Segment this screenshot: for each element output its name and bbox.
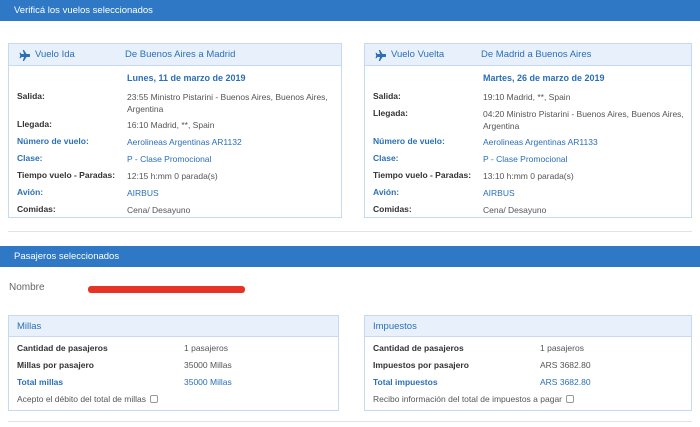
comidas-value: Cena/ Desayuno xyxy=(127,205,191,215)
passengers-section-header: Pasajeros seleccionados xyxy=(0,246,700,267)
llegada-value: 04:20 Ministro Pistarini - Buenos Aires,… xyxy=(483,109,684,131)
flight-route: De Madrid a Buenos Aires xyxy=(481,49,592,60)
por-pasajero-label: Millas por pasajero xyxy=(17,360,94,370)
avion-label: Avión: xyxy=(373,187,400,197)
cantidad-value: 1 pasajeros xyxy=(540,343,584,353)
total-value: 35000 Millas xyxy=(184,377,232,387)
airplane-icon xyxy=(19,50,30,61)
impuestos-panel: Impuestos Cantidad de pasajeros 1 pasaje… xyxy=(364,315,692,411)
clase-label: Clase: xyxy=(373,153,399,163)
accept-millas-row: Acepto el débito del total de millas xyxy=(17,394,158,404)
por-pasajero-value: 35000 Millas xyxy=(184,360,232,370)
flight-date: Lunes, 11 de marzo de 2019 xyxy=(127,73,246,83)
total-label: Total millas xyxy=(17,377,64,387)
passengers-section-title: Pasajeros seleccionados xyxy=(14,251,120,262)
flight-card-header: Vuelo Ida De Buenos Aires a Madrid xyxy=(9,44,341,66)
cantidad-label: Cantidad de pasajeros xyxy=(373,343,464,353)
accept-millas-checkbox[interactable] xyxy=(150,395,158,403)
millas-panel: Millas Cantidad de pasajeros 1 pasajeros… xyxy=(8,315,339,411)
cantidad-value: 1 pasajeros xyxy=(184,343,228,353)
flight-card-header: Vuelo Vuelta De Madrid a Buenos Aires xyxy=(365,44,691,66)
divider xyxy=(8,231,692,232)
salida-value: 19:10 Madrid, **, Spain xyxy=(483,92,571,102)
redacted-name-bar xyxy=(88,286,245,293)
flight-type-label: Vuelo Ida xyxy=(35,49,75,60)
comidas-label: Comidas: xyxy=(17,204,56,214)
clase-label: Clase: xyxy=(17,153,43,163)
accept-impuestos-checkbox[interactable] xyxy=(566,395,574,403)
tiempo-value: 12:15 h:mm 0 parada(s) xyxy=(127,171,218,181)
numero-vuelo-value: Aerolineas Argentinas AR1132 xyxy=(127,137,242,147)
tiempo-label: Tiempo vuelo - Paradas: xyxy=(17,170,116,180)
impuestos-panel-title: Impuestos xyxy=(365,316,691,337)
clase-value: P - Clase Promocional xyxy=(127,154,212,164)
avion-value: AIRBUS xyxy=(483,188,515,198)
accept-millas-label: Acepto el débito del total de millas xyxy=(17,394,146,404)
avion-value: AIRBUS xyxy=(127,188,159,198)
flight-route: De Buenos Aires a Madrid xyxy=(125,49,236,60)
tiempo-label: Tiempo vuelo - Paradas: xyxy=(373,170,472,180)
tiempo-value: 13:10 h:mm 0 parada(s) xyxy=(483,171,574,181)
flight-date: Martes, 26 de marzo de 2019 xyxy=(483,73,605,83)
salida-value: 23:55 Ministro Pistarini - Buenos Aires,… xyxy=(127,92,328,114)
cantidad-label: Cantidad de pasajeros xyxy=(17,343,108,353)
por-pasajero-label: Impuestos por pasajero xyxy=(373,360,469,370)
millas-panel-title: Millas xyxy=(9,316,338,337)
salida-label: Salida: xyxy=(373,91,401,101)
llegada-value: 16:10 Madrid, **, Spain xyxy=(127,120,215,130)
total-value: ARS 3682.80 xyxy=(540,377,591,387)
avion-label: Avión: xyxy=(17,187,44,197)
llegada-label: Llegada: xyxy=(373,108,408,118)
divider xyxy=(8,421,692,422)
numero-vuelo-value: Aerolineas Argentinas AR1133 xyxy=(483,137,598,147)
flights-section-title: Verificá los vuelos seleccionados xyxy=(14,5,153,16)
salida-label: Salida: xyxy=(17,91,45,101)
comidas-value: Cena/ Desayuno xyxy=(483,205,547,215)
flight-type-label: Vuelo Vuelta xyxy=(391,49,445,60)
total-label: Total impuestos xyxy=(373,377,438,387)
por-pasajero-value: ARS 3682.80 xyxy=(540,360,591,370)
accept-impuestos-label: Recibo información del total de impuesto… xyxy=(373,394,562,404)
clase-value: P - Clase Promocional xyxy=(483,154,568,164)
flights-section-header: Verificá los vuelos seleccionados xyxy=(0,0,700,21)
llegada-label: Llegada: xyxy=(17,119,52,129)
nombre-label: Nombre xyxy=(9,282,45,293)
accept-impuestos-row: Recibo información del total de impuesto… xyxy=(373,394,574,404)
airplane-icon xyxy=(375,50,386,61)
numero-vuelo-label: Número de vuelo: xyxy=(373,136,445,146)
comidas-label: Comidas: xyxy=(373,204,412,214)
numero-vuelo-label: Número de vuelo: xyxy=(17,136,89,146)
flight-card-vuelta: Vuelo Vuelta De Madrid a Buenos Aires Ma… xyxy=(364,43,692,218)
flight-card-ida: Vuelo Ida De Buenos Aires a Madrid Lunes… xyxy=(8,43,342,218)
